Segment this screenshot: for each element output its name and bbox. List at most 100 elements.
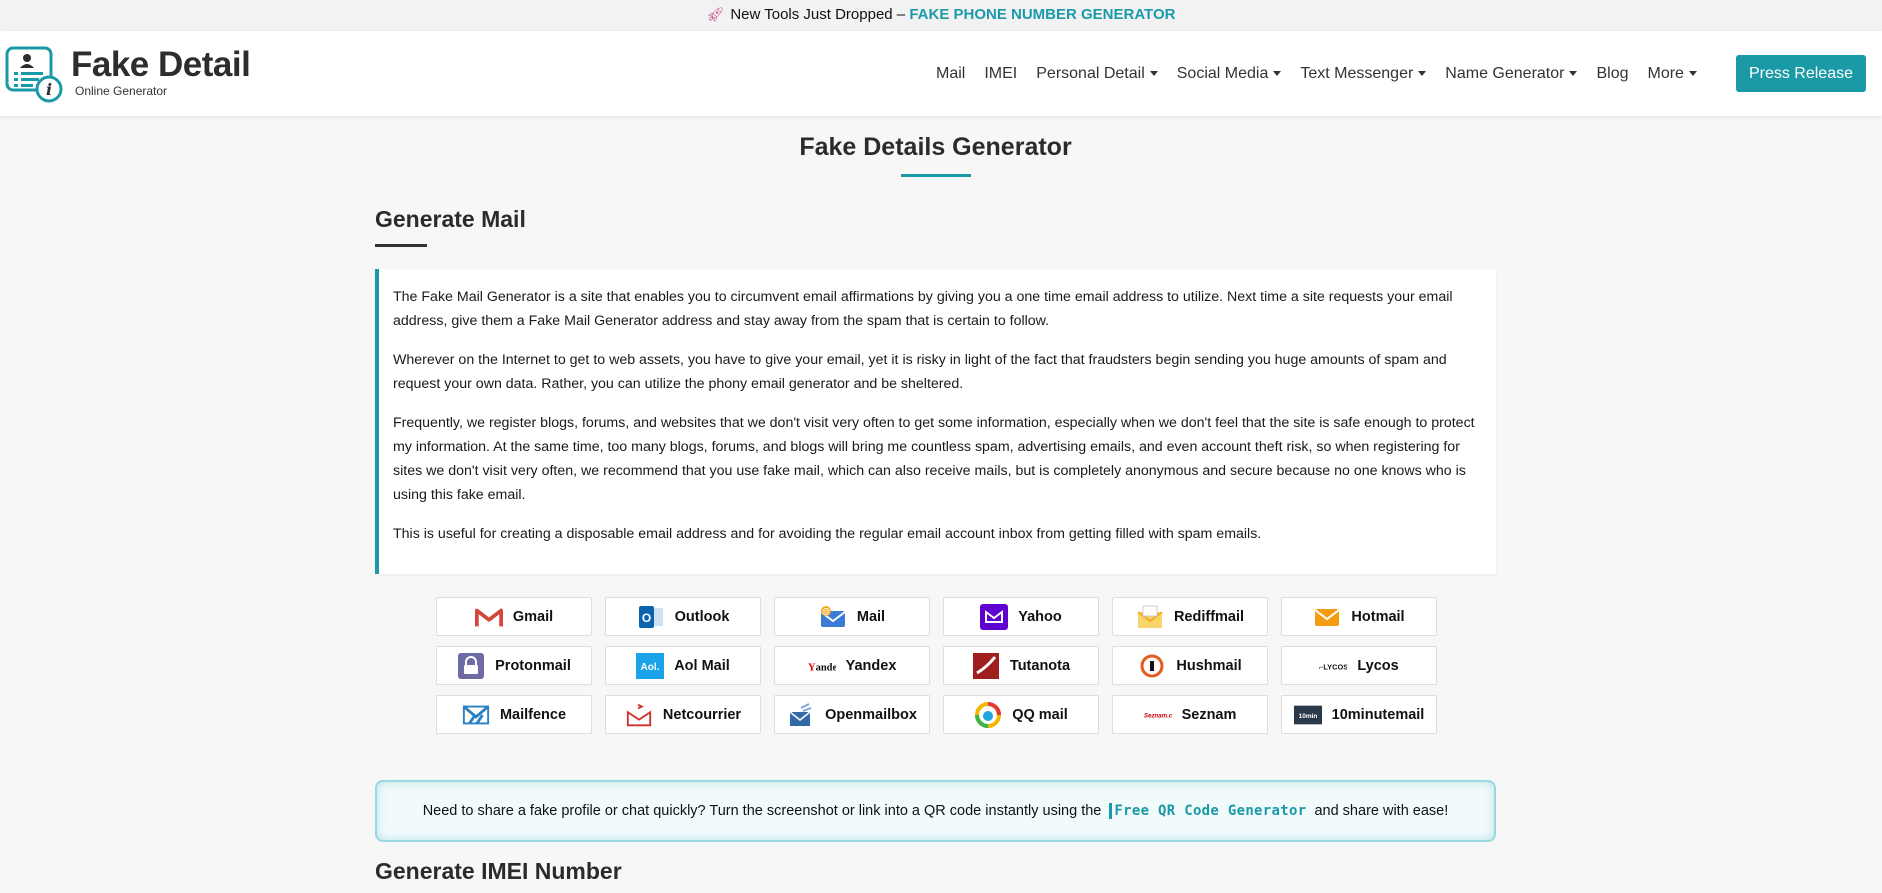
yandex-icon: Yandex xyxy=(808,653,836,679)
provider-button-gmail[interactable]: Gmail xyxy=(436,597,592,636)
hushmail-icon xyxy=(1138,653,1166,679)
qqmail-icon xyxy=(974,701,1002,728)
main-nav: Mail IMEI Personal Detail Social Media T… xyxy=(917,55,1866,92)
provider-button-yahoo[interactable]: Yahoo xyxy=(943,597,1099,636)
svg-text:Seznam.cz: Seznam.cz xyxy=(1144,712,1172,719)
qr-promo-text-end: and share with ease! xyxy=(1310,803,1449,819)
provider-button-hushmail[interactable]: Hushmail xyxy=(1112,646,1268,685)
description-box: The Fake Mail Generator is a site that e… xyxy=(375,269,1496,574)
svg-text:@: @ xyxy=(822,607,830,616)
provider-button-mailfence[interactable]: Mailfence xyxy=(436,695,592,734)
title-underline xyxy=(900,174,971,177)
site-logo[interactable]: i Fake Detail Online Generator xyxy=(5,44,265,104)
description-paragraph: This is useful for creating a disposable… xyxy=(393,526,1262,542)
provider-button-protonmail[interactable]: Protonmail xyxy=(436,646,592,685)
nav-item-social-media[interactable]: Social Media xyxy=(1177,65,1282,83)
provider-button-hotmail[interactable]: Hotmail xyxy=(1281,597,1437,636)
provider-label: Netcourrier xyxy=(662,706,742,723)
announcement-text: New Tools Just Dropped – xyxy=(730,6,910,23)
description-paragraph: The Fake Mail Generator is a site that e… xyxy=(393,289,1453,329)
provider-label: Seznam xyxy=(1181,706,1237,723)
provider-label: Mail xyxy=(856,608,886,625)
caret-down-icon xyxy=(1418,71,1427,76)
tutanota-icon xyxy=(972,652,1000,679)
rediffmail-icon xyxy=(1136,604,1164,630)
provider-label: Yahoo xyxy=(1018,608,1062,625)
svg-text:O: O xyxy=(641,611,650,625)
description-paragraph: Frequently, we register blogs, forums, a… xyxy=(393,415,1475,503)
aol-icon: Aol. xyxy=(636,652,665,679)
provider-button-qq-mail[interactable]: QQ mail xyxy=(943,695,1099,734)
announcement-bar: 🚀︎ New Tools Just Dropped – FAKE PHONE NU… xyxy=(0,0,1882,31)
lycos-icon: ⌐LYCOS xyxy=(1319,653,1347,679)
gmail-icon xyxy=(474,604,503,630)
page-title: Fake Details Generator xyxy=(799,133,1072,161)
provider-button-10minutemail[interactable]: 10min 10minutemail xyxy=(1281,695,1437,734)
provider-label: Tutanota xyxy=(1009,657,1071,674)
provider-button-mail[interactable]: @ Mail xyxy=(774,597,930,636)
provider-label: QQ mail xyxy=(1012,706,1068,723)
svg-text:i: i xyxy=(46,80,52,99)
site-header: i Fake Detail Online Generator Mail IMEI… xyxy=(0,31,1882,116)
nav-item-personal-detail[interactable]: Personal Detail xyxy=(1036,65,1158,83)
outlook-icon: O xyxy=(637,604,665,630)
svg-text:Yandex: Yandex xyxy=(808,662,836,673)
caret-down-icon xyxy=(1273,71,1282,76)
provider-label: Protonmail xyxy=(495,657,571,674)
mail-provider-grid: Gmail O Outlook @ Mail Yahoo Rediffmail Hotmail… xyxy=(436,597,1496,734)
svg-text:Aol.: Aol. xyxy=(641,662,660,673)
nav-item-mail[interactable]: Mail xyxy=(936,65,965,83)
logo-title: Fake Detail xyxy=(71,44,251,84)
provider-button-netcourrier[interactable]: Netcourrier xyxy=(605,695,761,734)
provider-label: Mailfence xyxy=(499,706,567,723)
provider-label: Yandex xyxy=(845,657,897,674)
qr-promo-banner: Need to share a fake profile or chat qui… xyxy=(375,780,1496,842)
mailfence-icon xyxy=(462,702,490,728)
section-title: Generate Mail xyxy=(375,206,526,232)
svg-text:10min: 10min xyxy=(1298,712,1317,719)
mail-icon: @ xyxy=(819,604,847,630)
main-content: Fake Details Generator Generate Mail The… xyxy=(375,133,1496,885)
provider-label: 10minutemail xyxy=(1331,706,1425,723)
provider-button-seznam[interactable]: Seznam.cz Seznam xyxy=(1112,695,1268,734)
section-underline xyxy=(375,244,427,247)
announcement-link[interactable]: FAKE PHONE NUMBER GENERATOR xyxy=(909,6,1175,23)
nav-item-text-messenger[interactable]: Text Messenger xyxy=(1300,65,1427,83)
provider-label: Aol Mail xyxy=(674,657,730,674)
caret-down-icon xyxy=(1569,71,1578,76)
openmailbox-icon xyxy=(787,702,815,728)
press-release-button[interactable]: Press Release xyxy=(1735,55,1866,92)
provider-label: Openmailbox xyxy=(825,706,917,723)
logo-icon: i xyxy=(5,44,65,104)
description-paragraph: Wherever on the Internet to get to web a… xyxy=(393,352,1447,392)
provider-label: Gmail xyxy=(512,608,554,625)
provider-label: Lycos xyxy=(1357,657,1399,674)
logo-subtitle: Online Generator xyxy=(75,83,168,98)
provider-button-openmailbox[interactable]: Openmailbox xyxy=(774,695,930,734)
provider-button-lycos[interactable]: ⌐LYCOS Lycos xyxy=(1281,646,1437,685)
provider-button-outlook[interactable]: O Outlook xyxy=(605,597,761,636)
provider-button-tutanota[interactable]: Tutanota xyxy=(943,646,1099,685)
qr-generator-link[interactable]: Free QR Code Generator xyxy=(1109,803,1307,819)
hotmail-icon xyxy=(1313,604,1341,630)
provider-button-yandex[interactable]: Yandex Yandex xyxy=(774,646,930,685)
provider-button-rediffmail[interactable]: Rediffmail xyxy=(1112,597,1268,636)
provider-label: Rediffmail xyxy=(1173,608,1245,625)
caret-down-icon xyxy=(1688,71,1697,76)
rocket-icon: 🚀︎ xyxy=(706,6,725,22)
10minutemail-icon: 10min xyxy=(1293,702,1322,728)
provider-label: Hushmail xyxy=(1176,657,1242,674)
provider-label: Hotmail xyxy=(1351,608,1405,625)
netcourrier-icon xyxy=(625,702,653,728)
imei-section-title: Generate IMEI Number xyxy=(375,858,622,884)
provider-button-aol-mail[interactable]: Aol. Aol Mail xyxy=(605,646,761,685)
nav-item-blog[interactable]: Blog xyxy=(1596,65,1628,83)
yahoo-icon xyxy=(980,603,1009,630)
caret-down-icon xyxy=(1149,71,1158,76)
qr-promo-text: Need to share a fake profile or chat qui… xyxy=(422,803,1106,819)
svg-text:⌐LYCOS: ⌐LYCOS xyxy=(1319,662,1347,671)
nav-item-imei[interactable]: IMEI xyxy=(984,65,1017,83)
nav-item-more[interactable]: More xyxy=(1648,65,1697,83)
provider-label: Outlook xyxy=(674,608,730,625)
nav-item-name-generator[interactable]: Name Generator xyxy=(1445,65,1578,83)
